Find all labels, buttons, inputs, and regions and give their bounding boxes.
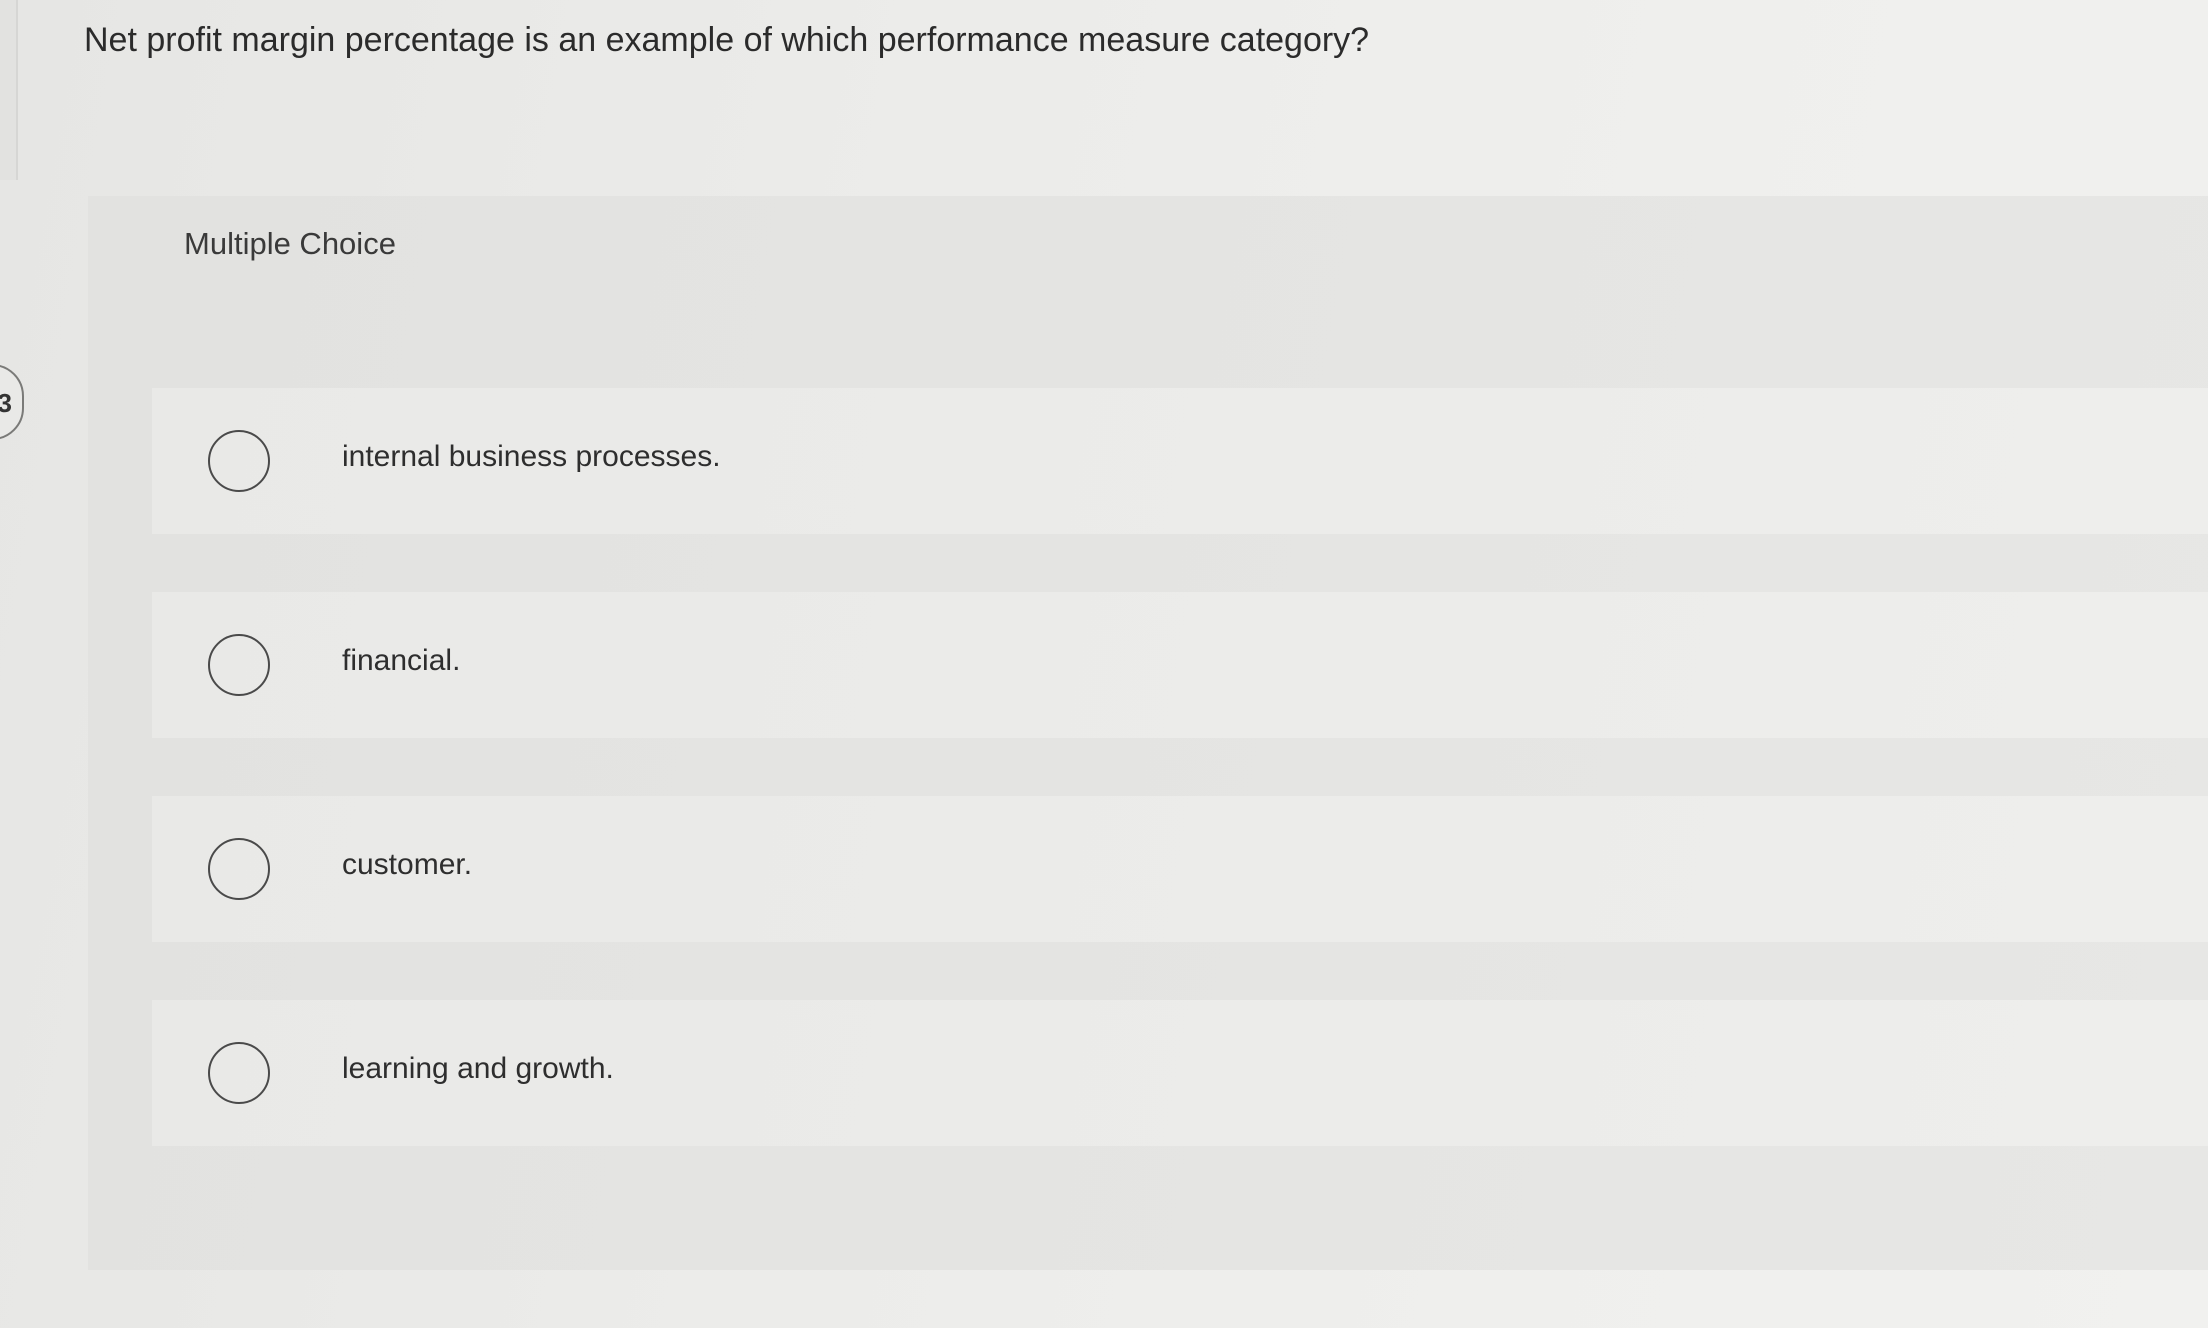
question-number-label: 3: [0, 388, 12, 418]
question-number-tab[interactable]: 3: [0, 364, 24, 440]
answer-option-label: customer.: [342, 848, 473, 881]
question-text: Net profit margin percentage is an examp…: [84, 21, 1370, 59]
answer-option-label: learning and growth.: [342, 1052, 614, 1085]
radio-button[interactable]: [208, 430, 270, 492]
answer-option-label: internal business processes.: [342, 440, 721, 473]
radio-button[interactable]: [208, 838, 270, 900]
answer-option[interactable]: financial.: [152, 592, 2208, 738]
radio-button[interactable]: [208, 1042, 270, 1104]
answer-option[interactable]: learning and growth.: [152, 1000, 2208, 1146]
answer-option[interactable]: customer.: [152, 796, 2208, 942]
multiple-choice-panel: Multiple Choice internal business proces…: [88, 196, 2208, 1270]
answer-option[interactable]: internal business processes.: [152, 388, 2208, 534]
radio-button[interactable]: [208, 634, 270, 696]
left-panel-edge: [0, 0, 18, 180]
multiple-choice-label: Multiple Choice: [184, 226, 396, 261]
answer-option-label: financial.: [342, 644, 461, 677]
